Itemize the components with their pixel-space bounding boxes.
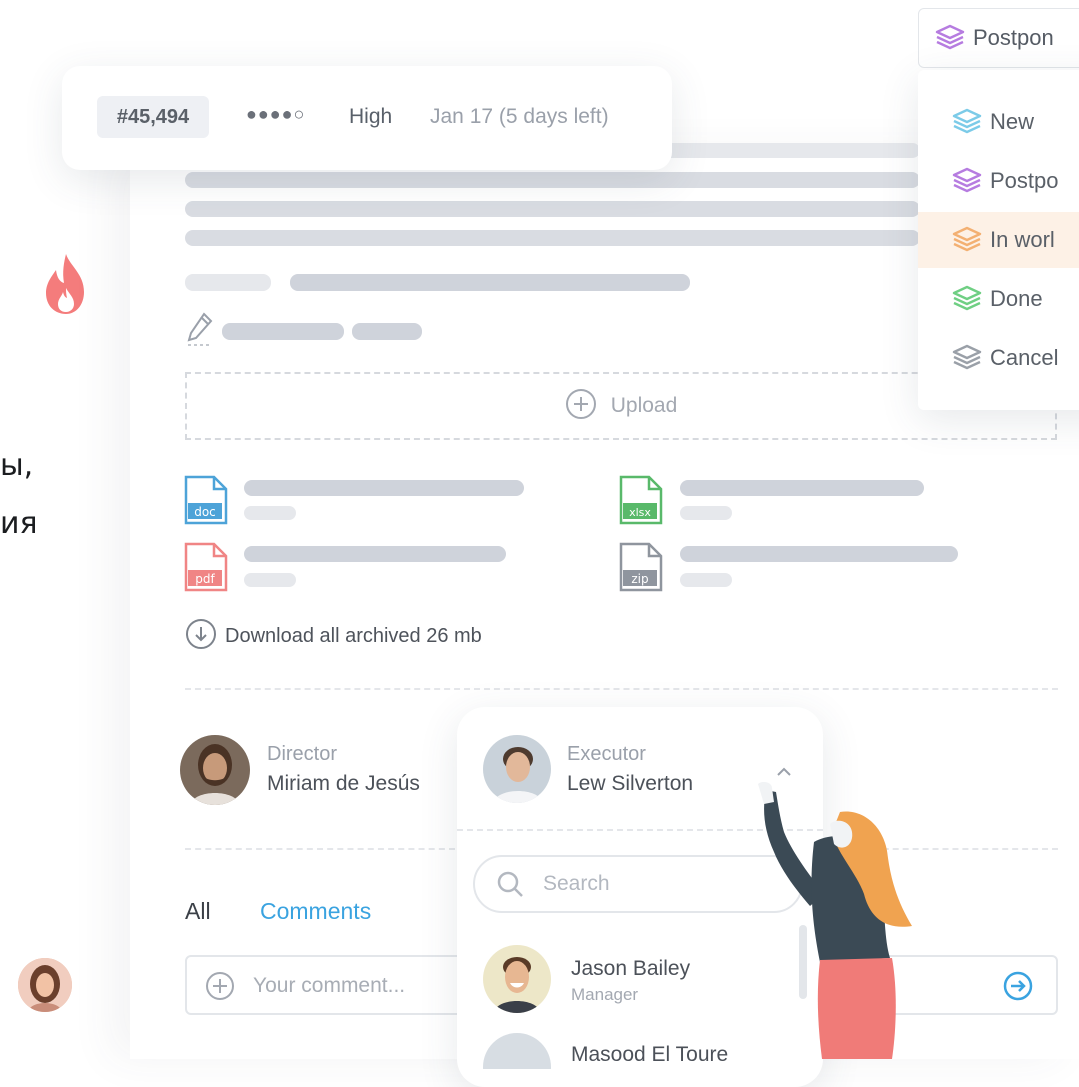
tab-comments[interactable]: Comments — [260, 898, 371, 925]
status-menu: New Postpo In worl Done Cancel — [918, 70, 1079, 410]
download-circle-icon — [185, 618, 217, 655]
status-item-label: In worl — [990, 227, 1055, 252]
doc-file-icon[interactable]: doc — [184, 475, 228, 525]
side-text-fragment-2: ия — [0, 506, 38, 541]
file-size-placeholder — [244, 573, 296, 587]
download-all-link[interactable]: Download all archived 26 mb — [185, 618, 482, 655]
status-item-new[interactable]: New — [918, 94, 1079, 150]
layers-icon — [952, 167, 982, 195]
director-role: Director — [267, 743, 338, 765]
layers-icon — [952, 226, 982, 254]
divider — [185, 848, 455, 850]
list-item[interactable]: Masood El Toure — [457, 1029, 787, 1069]
text-placeholder — [222, 323, 344, 340]
text-placeholder — [352, 323, 422, 340]
side-text-fragment-1: ы, — [0, 448, 34, 483]
priority-label: High — [349, 105, 393, 128]
text-placeholder — [185, 172, 920, 188]
due-date[interactable]: Jan 17 (5 days left) — [430, 105, 609, 129]
person-avatar — [483, 1033, 551, 1069]
person-name: Masood El Toure — [571, 1043, 729, 1066]
status-current-label: Postpon — [973, 25, 1054, 50]
text-placeholder — [185, 201, 920, 217]
file-name-placeholder — [680, 480, 924, 496]
status-item-label: Done — [990, 286, 1043, 311]
file-name-placeholder — [244, 480, 524, 496]
director-avatar — [180, 735, 250, 805]
person-name: Jason Bailey — [571, 957, 691, 980]
tab-all[interactable]: All — [185, 898, 211, 925]
text-placeholder — [290, 274, 690, 291]
status-item-postponed[interactable]: Postpo — [918, 153, 1079, 209]
upload-label: Upload — [610, 394, 678, 417]
priority-dots[interactable]: ●●●●○ — [246, 104, 305, 125]
search-input[interactable] — [541, 871, 785, 897]
zip-file-icon[interactable]: zip — [619, 542, 663, 592]
person-avatar — [483, 945, 551, 1013]
status-item-label: Postpo — [990, 168, 1059, 193]
chevron-up-icon[interactable] — [775, 765, 793, 783]
svg-text:pdf: pdf — [195, 572, 215, 586]
pencil-icon[interactable] — [186, 312, 214, 348]
file-name-placeholder — [244, 546, 506, 562]
layers-icon — [935, 24, 965, 52]
status-item-label: New — [990, 109, 1035, 134]
status-item-cancel[interactable]: Cancel — [918, 330, 1079, 386]
woman-illustration — [752, 781, 922, 1059]
pdf-file-icon[interactable]: pdf — [184, 542, 228, 592]
layers-icon — [952, 285, 982, 313]
ticket-id-badge: #45,494 — [97, 96, 209, 138]
file-size-placeholder — [680, 506, 732, 520]
svg-text:zip: zip — [631, 572, 648, 586]
tag-placeholder — [185, 274, 271, 291]
task-info-card: #45,494 ●●●●○ High Jan 17 (5 days left) — [62, 66, 672, 170]
download-all-label: Download all archived 26 mb — [225, 625, 482, 647]
add-circle-icon — [565, 388, 597, 425]
svg-text:xlsx: xlsx — [629, 506, 651, 519]
fire-icon — [40, 252, 92, 316]
divider — [185, 688, 1058, 690]
status-item-label: Cancel — [990, 345, 1059, 370]
executor-name: Lew Silverton — [567, 772, 694, 795]
text-placeholder — [185, 230, 920, 246]
search-icon — [495, 869, 525, 904]
status-dropdown-button[interactable]: Postpon — [918, 8, 1079, 68]
add-circle-icon[interactable] — [205, 971, 235, 1006]
layers-icon — [952, 344, 982, 372]
director-name: Miriam de Jesús — [267, 772, 420, 795]
executor-avatar — [483, 735, 551, 803]
send-arrow-icon[interactable] — [1003, 971, 1033, 1006]
layers-icon — [952, 108, 982, 136]
status-item-done[interactable]: Done — [918, 271, 1079, 327]
file-name-placeholder — [680, 546, 958, 562]
current-user-avatar[interactable] — [18, 958, 72, 1012]
executor-role: Executor — [567, 743, 646, 765]
status-item-in-work[interactable]: In worl — [918, 212, 1079, 268]
person-role: Manager — [571, 985, 639, 1004]
svg-text:doc: doc — [194, 505, 216, 519]
list-item[interactable]: Jason Bailey Manager — [457, 939, 787, 1015]
file-size-placeholder — [244, 506, 296, 520]
file-size-placeholder — [680, 573, 732, 587]
xlsx-file-icon[interactable]: xlsx — [619, 475, 663, 525]
